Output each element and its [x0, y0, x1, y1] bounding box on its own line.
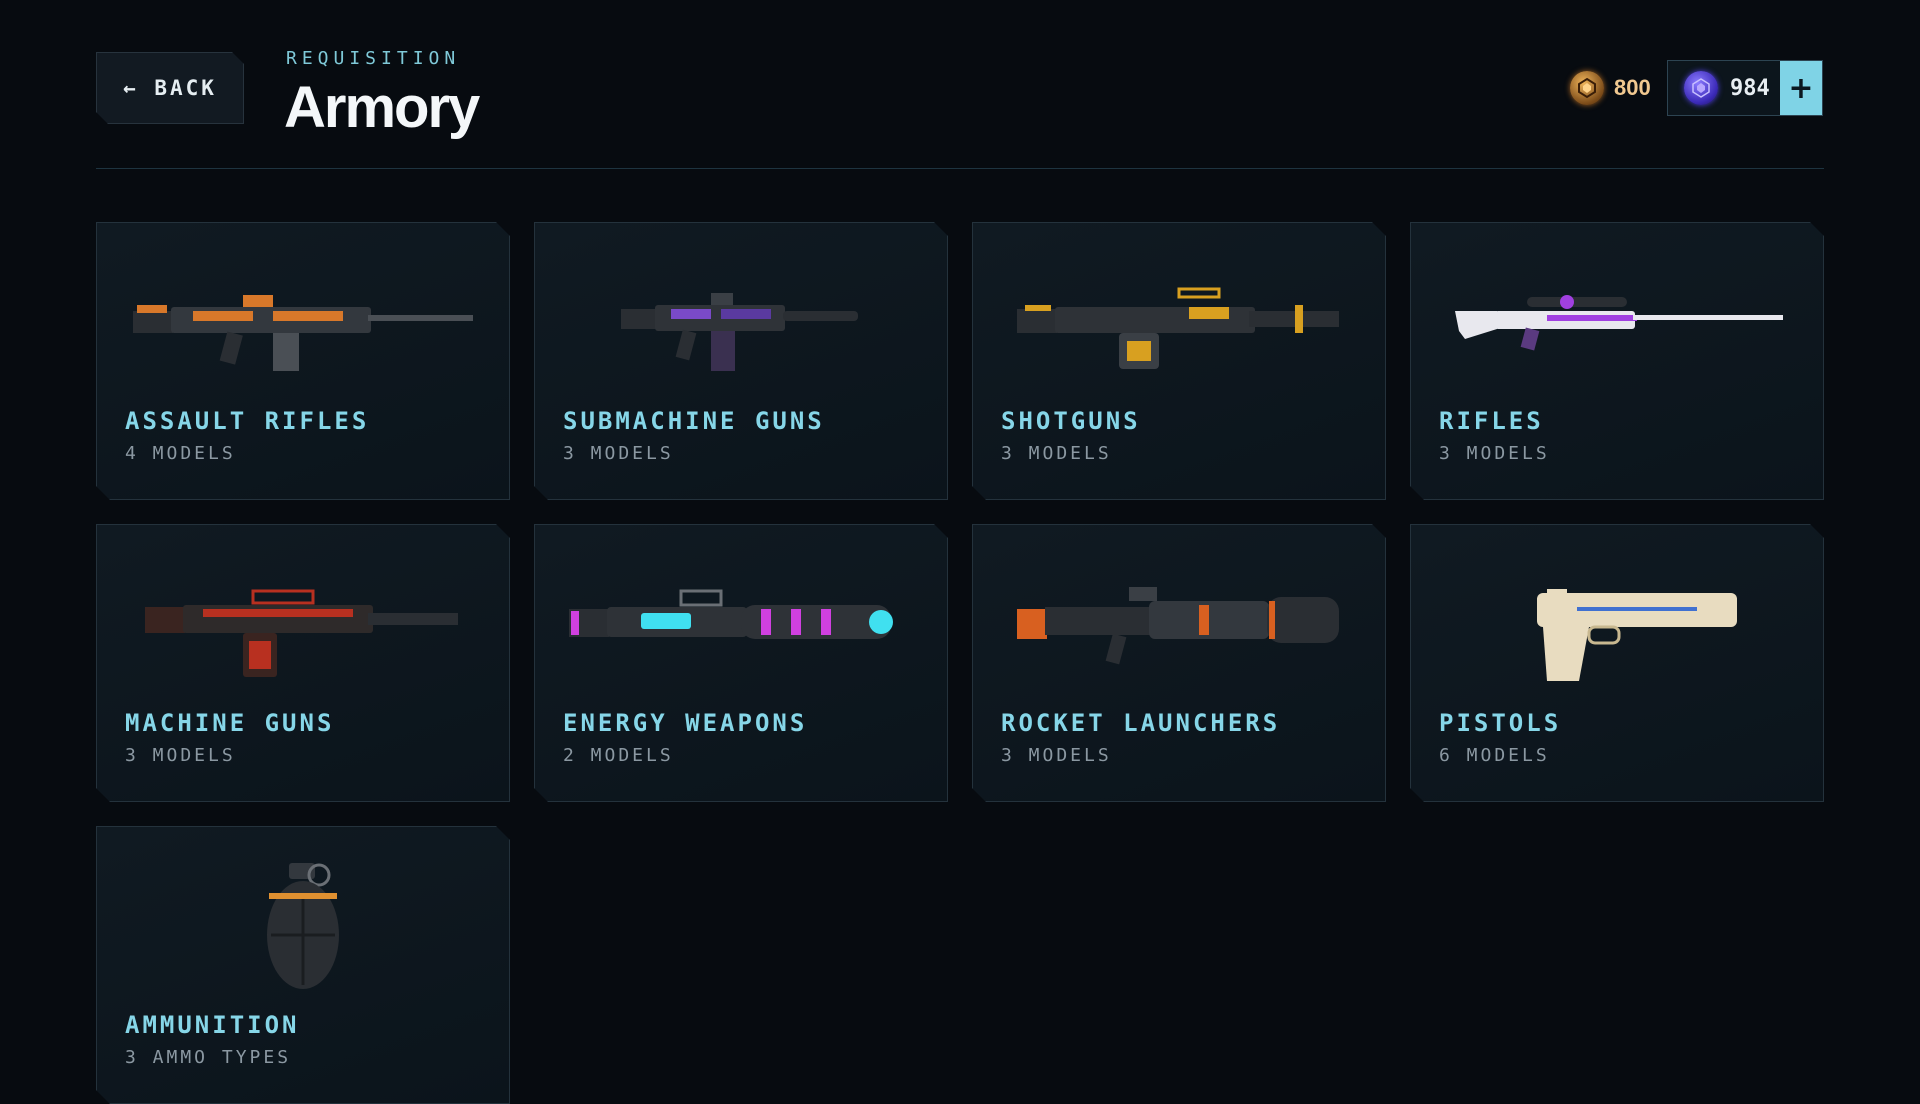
add-currency-button[interactable]: + [1780, 61, 1822, 115]
energy-weapon-icon [555, 551, 927, 691]
category-count: 3 MODELS [125, 745, 236, 766]
category-name: SUBMACHINE GUNS [563, 407, 825, 435]
category-name: MACHINE GUNS [125, 709, 335, 737]
page-subtitle: REQUISITION [286, 48, 461, 69]
page-title: Armory [284, 75, 480, 140]
premium-currency: 984 + [1667, 60, 1823, 116]
purple-gem-icon [1684, 71, 1718, 105]
machine-gun-icon [117, 551, 489, 691]
category-count: 6 MODELS [1439, 745, 1550, 766]
category-name: SHOTGUNS [1001, 407, 1141, 435]
gold-amount: 800 [1614, 75, 1651, 100]
category-card-pistols[interactable]: PISTOLS 6 MODELS [1410, 524, 1824, 802]
category-count: 2 MODELS [563, 745, 674, 766]
assault-rifle-icon [117, 249, 489, 389]
gold-coin-icon [1570, 71, 1604, 105]
back-button[interactable]: ← BACK [96, 52, 244, 124]
gold-currency: 800 [1570, 68, 1651, 108]
category-count: 4 MODELS [125, 443, 236, 464]
category-card-submachine-guns[interactable]: SUBMACHINE GUNS 3 MODELS [534, 222, 948, 500]
category-name: RIFLES [1439, 407, 1544, 435]
category-name: ENERGY WEAPONS [563, 709, 808, 737]
category-count: 3 MODELS [1001, 745, 1112, 766]
category-count: 3 MODELS [563, 443, 674, 464]
grenade-icon [117, 853, 489, 993]
pistol-icon [1431, 551, 1803, 691]
shotgun-icon [993, 249, 1365, 389]
category-card-assault-rifles[interactable]: ASSAULT RIFLES 4 MODELS [96, 222, 510, 500]
category-name: AMMUNITION [125, 1011, 300, 1039]
category-count: 3 AMMO TYPES [125, 1047, 292, 1068]
category-card-rocket-launchers[interactable]: ROCKET LAUNCHERS 3 MODELS [972, 524, 1386, 802]
premium-amount: 984 [1730, 75, 1770, 101]
rocket-launcher-icon [993, 551, 1365, 691]
submachine-gun-icon [555, 249, 927, 389]
category-count: 3 MODELS [1001, 443, 1112, 464]
header-divider [96, 168, 1824, 169]
category-card-machine-guns[interactable]: MACHINE GUNS 3 MODELS [96, 524, 510, 802]
sniper-rifle-icon [1431, 249, 1803, 389]
category-count: 3 MODELS [1439, 443, 1550, 464]
category-name: ROCKET LAUNCHERS [1001, 709, 1281, 737]
category-name: ASSAULT RIFLES [125, 407, 370, 435]
category-card-rifles[interactable]: RIFLES 3 MODELS [1410, 222, 1824, 500]
category-card-energy-weapons[interactable]: ENERGY WEAPONS 2 MODELS [534, 524, 948, 802]
category-card-ammunition[interactable]: AMMUNITION 3 AMMO TYPES [96, 826, 510, 1104]
category-name: PISTOLS [1439, 709, 1562, 737]
category-card-shotguns[interactable]: SHOTGUNS 3 MODELS [972, 222, 1386, 500]
